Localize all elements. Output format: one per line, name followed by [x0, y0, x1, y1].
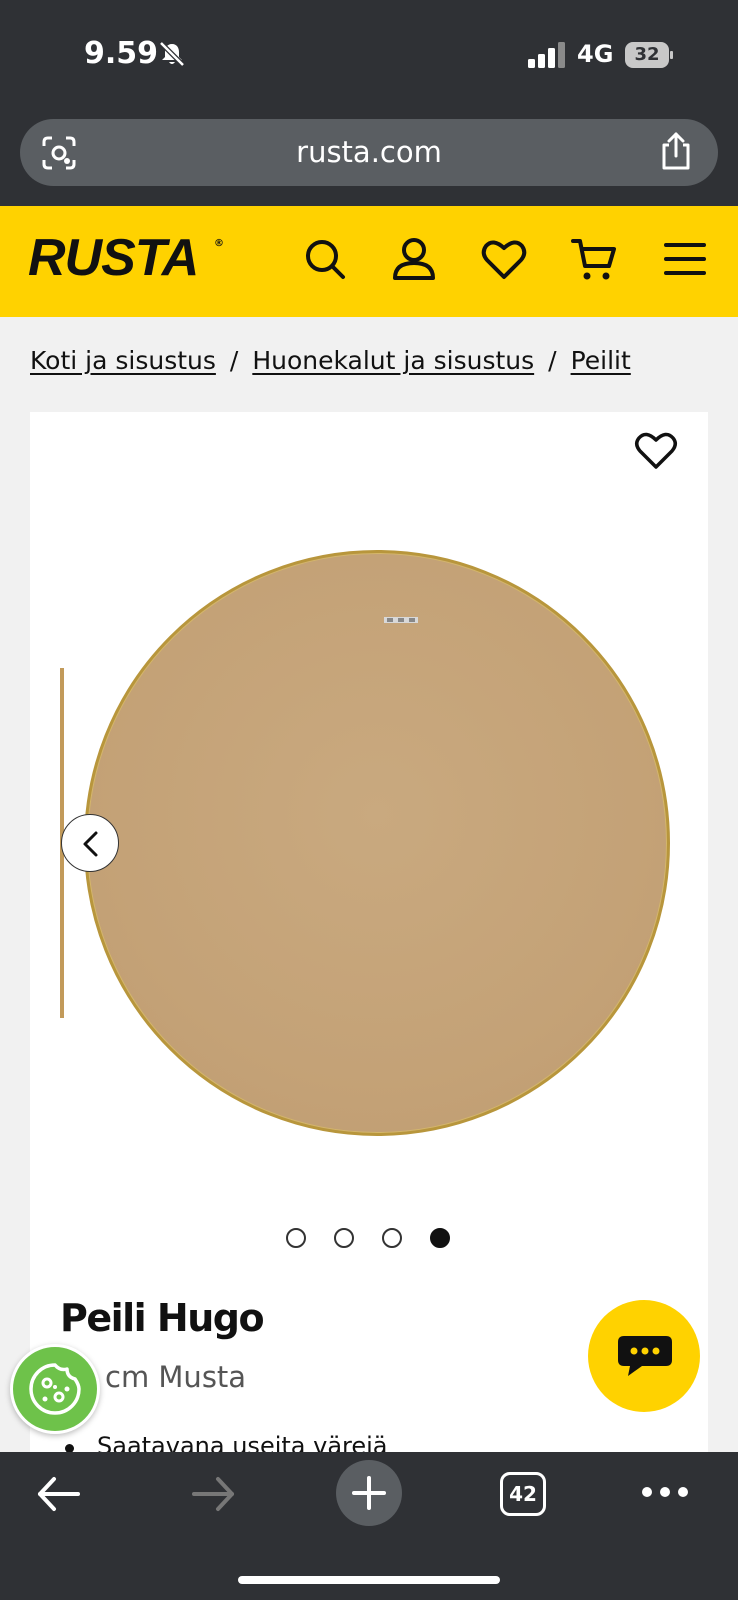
- plus-icon: [352, 1476, 386, 1510]
- forward-arrow-icon[interactable]: [190, 1474, 236, 1514]
- network-type: 4G: [577, 40, 614, 68]
- gallery-dot-active[interactable]: [430, 1228, 450, 1248]
- menu-icon[interactable]: [662, 236, 708, 282]
- add-to-wishlist-icon[interactable]: [634, 430, 678, 470]
- share-icon[interactable]: [658, 131, 694, 171]
- battery-level: 32: [625, 42, 669, 68]
- gallery-dot[interactable]: [334, 1228, 354, 1248]
- rusta-logo[interactable]: RUSTA: [28, 228, 199, 288]
- search-icon[interactable]: [302, 236, 348, 282]
- cookie-settings-button[interactable]: [10, 1344, 100, 1434]
- breadcrumb-item-huonekalut[interactable]: Huonekalut ja sisustus: [252, 346, 534, 375]
- more-icon[interactable]: [640, 1482, 690, 1502]
- signal-icon: [528, 42, 565, 68]
- chevron-left-icon: [83, 831, 98, 857]
- gallery-dot[interactable]: [286, 1228, 306, 1248]
- url-text: rusta.com: [296, 135, 442, 169]
- back-arrow-icon[interactable]: [36, 1474, 82, 1514]
- product-image-mirror: [84, 550, 670, 1136]
- home-indicator[interactable]: [238, 1576, 500, 1584]
- account-icon[interactable]: [391, 236, 437, 282]
- browser-toolbar: 42: [0, 1452, 738, 1600]
- chat-button[interactable]: [588, 1300, 700, 1412]
- breadcrumb-separator: /: [229, 346, 239, 375]
- address-bar[interactable]: rusta.com: [20, 119, 718, 186]
- previous-image-button[interactable]: [61, 814, 119, 872]
- chat-icon: [618, 1336, 672, 1376]
- bell-muted-icon: [159, 41, 185, 67]
- battery-icon: 32: [625, 42, 673, 68]
- tabs-button[interactable]: 42: [500, 1472, 546, 1516]
- breadcrumb: Koti ja sisustus / Huonekalut ja sisustus /…: [30, 346, 631, 375]
- product-variant: cm Musta: [105, 1360, 247, 1394]
- breadcrumb-item-koti[interactable]: Koti ja sisustus: [30, 346, 216, 375]
- breadcrumb-item-peilit[interactable]: Peilit: [571, 346, 631, 375]
- wishlist-icon[interactable]: [481, 236, 527, 282]
- gallery-dot[interactable]: [382, 1228, 402, 1248]
- site-header: RUSTA ®: [0, 206, 738, 317]
- new-tab-button[interactable]: [336, 1460, 402, 1526]
- cookie-icon: [29, 1363, 81, 1415]
- breadcrumb-separator: /: [548, 346, 557, 375]
- status-bar: 9.59 4G 32 rusta.com: [0, 0, 738, 206]
- product-card: Peili Hugo cm Musta Saatavana useita vär…: [30, 412, 708, 1460]
- cart-icon[interactable]: [571, 236, 617, 282]
- product-title: Peili Hugo: [60, 1296, 265, 1340]
- registered-mark: ®: [214, 238, 224, 249]
- status-time: 9.59: [84, 36, 159, 71]
- wall-hanger-image: [384, 617, 418, 623]
